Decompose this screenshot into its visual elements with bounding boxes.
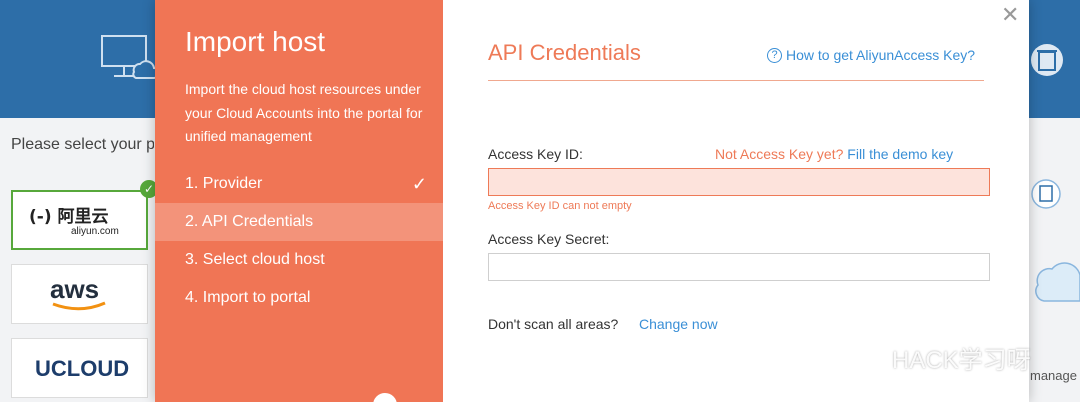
svg-text:(-) 阿里云: (-) 阿里云 xyxy=(29,207,109,227)
question-icon: ? xyxy=(767,47,782,63)
wizard-steps: 1. Provider ✓ 2. API Credentials 3. Sele… xyxy=(155,165,443,317)
step-provider[interactable]: 1. Provider ✓ xyxy=(155,165,443,203)
aws-logo: aws xyxy=(50,274,106,311)
access-key-id-label: Access Key ID: xyxy=(488,146,583,162)
close-icon[interactable]: ✕ xyxy=(1001,2,1019,28)
aliyun-logo: (-) 阿里云 aliyun.com xyxy=(29,207,119,237)
provider-card-ucloud[interactable]: UCLOUD xyxy=(11,338,148,398)
provider-card-aliyun[interactable]: (-) 阿里云 aliyun.com xyxy=(11,190,148,250)
step-select-cloud-host[interactable]: 3. Select cloud host xyxy=(155,241,443,279)
scan-areas-label: Don't scan all areas? xyxy=(488,316,619,332)
access-key-secret-input[interactable] xyxy=(488,253,990,281)
access-key-id-input[interactable] xyxy=(488,168,990,196)
step-label: 3. Select cloud host xyxy=(185,251,325,268)
provider-card-aws[interactable]: aws xyxy=(11,264,148,324)
access-key-id-error: Access Key ID can not empty xyxy=(488,200,632,212)
trash-icon xyxy=(1031,44,1063,76)
dialog-title: Import host xyxy=(185,26,326,57)
demo-key-hint: Not Access Key yet? Fill the demo key xyxy=(715,146,953,162)
watermark-text: HACK学习呀 xyxy=(892,347,1031,374)
change-now-link[interactable]: Change now xyxy=(639,316,718,332)
wizard-sidebar: Import host Import the cloud host resour… xyxy=(155,0,443,402)
watermark: HACK学习呀 xyxy=(848,340,1031,375)
cloud-diagram-decoration xyxy=(1031,179,1080,302)
wechat-icon xyxy=(850,344,884,371)
step-label: 1. Provider xyxy=(185,175,263,192)
cloud-monitor-icon xyxy=(101,35,158,79)
section-title: API Credentials xyxy=(488,40,641,65)
provider-prompt: Please select your p xyxy=(11,136,154,153)
step-label: 2. API Credentials xyxy=(185,213,314,230)
scroll-indicator xyxy=(373,393,397,402)
help-link-text: How to get AliyunAccess Key? xyxy=(786,47,976,63)
step-import-to-portal[interactable]: 4. Import to portal xyxy=(155,279,443,317)
svg-text:aws: aws xyxy=(50,274,99,304)
checkmark-icon: ✓ xyxy=(411,174,427,194)
step-label: 4. Import to portal xyxy=(185,289,311,306)
svg-text:UCLOUD: UCLOUD xyxy=(35,356,129,381)
title-divider xyxy=(488,80,984,81)
no-key-text: Not Access Key yet? xyxy=(715,146,844,162)
help-link[interactable]: ? How to get AliyunAccess Key? xyxy=(767,47,975,63)
dialog-description: Import the cloud host resources under yo… xyxy=(185,81,423,144)
ucloud-logo: UCLOUD xyxy=(35,356,129,381)
fill-demo-key-link[interactable]: Fill the demo key xyxy=(847,146,953,162)
access-key-secret-label: Access Key Secret: xyxy=(488,231,610,247)
step-api-credentials[interactable]: 2. API Credentials xyxy=(155,203,443,241)
background-manage-text: manage xyxy=(1030,368,1077,383)
svg-text:aliyun.com: aliyun.com xyxy=(71,226,119,237)
